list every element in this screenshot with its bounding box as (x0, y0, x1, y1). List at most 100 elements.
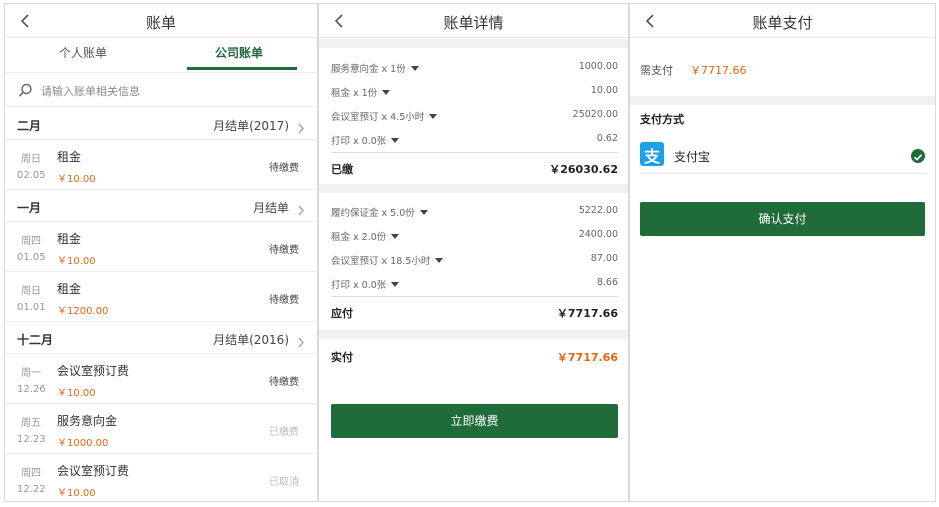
fee-label: 租金 x 2.0份 (331, 232, 387, 243)
confirm-payment-button[interactable]: 确认支付 (640, 202, 925, 236)
bill-list-item[interactable]: 周一 12.26 会议室预订费 ￥10.00 待缴费 (5, 354, 317, 404)
nav-bar: 账单详情 (319, 4, 628, 38)
bill-amount: ￥10.00 (57, 488, 96, 499)
caret-down-icon (435, 258, 444, 263)
payment-option-alipay[interactable]: 支 支付宝 (640, 140, 925, 174)
paid-total-row: 已缴 ￥26030.62 (331, 152, 618, 180)
amount-due-value: ￥7717.66 (690, 64, 747, 77)
bill-list-item[interactable]: 周四 12.22 会议室预订费 ￥10.00 已取消 (5, 454, 317, 501)
bill-list-item[interactable]: 周五 12.23 服务意向金 ￥1000.00 已缴费 (5, 404, 317, 454)
tab-personal-bills[interactable]: 个人账单 (5, 38, 161, 71)
bill-status: 待缴费 (269, 163, 299, 174)
amount-due-label: 需支付 (640, 64, 673, 77)
actual-paid-value: ￥7717.66 (556, 351, 618, 364)
page-title: 账单支付 (752, 14, 813, 32)
active-tab-indicator (187, 67, 297, 70)
bill-status: 待缴费 (269, 377, 299, 388)
bill-date: 01.05 (17, 252, 46, 263)
bill-weekday: 周四 (21, 468, 41, 479)
caret-down-icon (382, 90, 391, 95)
page-title: 账单 (145, 14, 176, 32)
fee-line-item[interactable]: 租金 x 2.0份 2400.00 (331, 224, 618, 248)
bill-name: 租金 (57, 150, 82, 164)
payment-option-name: 支付宝 (674, 150, 711, 164)
group-month: 二月 (17, 119, 42, 133)
bill-amount: ￥10.00 (57, 256, 96, 267)
fee-value: 25020.00 (572, 109, 618, 120)
monthly-statement-link[interactable]: 月结单(2016) (213, 331, 289, 348)
caret-down-icon (410, 66, 419, 71)
caret-down-icon (429, 114, 438, 119)
bill-name: 租金 (57, 232, 82, 246)
nav-bar: 账单支付 (630, 4, 935, 38)
bill-name: 租金 (57, 282, 82, 296)
monthly-statement-link[interactable]: 月结单 (253, 199, 289, 216)
fee-label: 服务意向金 x 1份 (331, 64, 406, 75)
bill-weekday: 周五 (21, 418, 41, 429)
pay-now-button[interactable]: 立即缴费 (331, 404, 618, 438)
nav-bar: 账单 (5, 4, 317, 38)
section-divider (630, 96, 935, 105)
fee-line-item[interactable]: 服务意向金 x 1份 1000.00 (331, 56, 618, 80)
fee-label: 会议室预订 x 4.5小时 (331, 112, 425, 123)
bill-name: 会议室预订费 (57, 364, 130, 378)
bill-list-item[interactable]: 周日 01.01 租金 ￥1200.00 待缴费 (5, 272, 317, 322)
month-group-header[interactable]: 二月 月结单(2017) (5, 108, 317, 140)
due-total-row: 应付 ￥7717.66 (331, 296, 618, 324)
fee-line-item[interactable]: 履约保证金 x 5.0份 5222.00 (331, 200, 618, 224)
due-total-value: ￥7717.66 (556, 307, 618, 320)
fee-value: 10.00 (590, 85, 618, 96)
fee-line-item[interactable]: 打印 x 0.0张 8.66 (331, 272, 618, 296)
fee-value: 0.62 (596, 133, 618, 144)
month-group-header[interactable]: 十二月 月结单(2016) (5, 322, 317, 354)
fee-line-item[interactable]: 会议室预订 x 4.5小时 25020.00 (331, 104, 618, 128)
bill-status: 已取消 (269, 477, 299, 488)
bill-list-item[interactable]: 周四 01.05 租金 ￥10.00 待缴费 (5, 222, 317, 272)
bill-weekday: 周日 (21, 286, 41, 297)
fee-value: 5222.00 (578, 205, 618, 216)
fee-label: 租金 x 1份 (331, 88, 378, 99)
fee-value: 2400.00 (578, 229, 618, 240)
bill-amount: ￥10.00 (57, 174, 96, 185)
search-input[interactable]: 请输入账单相关信息 (41, 83, 140, 99)
search-bar[interactable]: 请输入账单相关信息 (5, 72, 317, 107)
bill-status: 待缴费 (269, 295, 299, 306)
bill-list-item[interactable]: 周日 02.05 租金 ￥10.00 待缴费 (5, 140, 317, 190)
fee-line-item[interactable]: 会议室预订 x 18.5小时 87.00 (331, 248, 618, 272)
fee-value: 1000.00 (578, 61, 618, 72)
bill-amount: ￥1000.00 (57, 438, 109, 449)
payment-method-title: 支付方式 (640, 113, 684, 126)
bill-weekday: 周日 (21, 154, 41, 165)
chevron-right-icon (297, 201, 305, 216)
actual-paid-row: 实付 ￥7717.66 (331, 341, 618, 369)
fee-line-item[interactable]: 租金 x 1份 10.00 (331, 80, 618, 104)
bill-date: 12.23 (17, 434, 46, 445)
page-title: 账单详情 (443, 14, 504, 32)
bill-name: 服务意向金 (57, 414, 118, 428)
alipay-logo-icon: 支 (640, 142, 664, 166)
actual-paid-label: 实付 (331, 351, 353, 364)
bill-status: 待缴费 (269, 245, 299, 256)
fee-label: 打印 x 0.0张 (331, 136, 387, 147)
section-divider (319, 39, 628, 48)
bill-detail-screen: 账单详情 服务意向金 x 1份 1000.00 租金 x 1份 10.00 会议… (318, 3, 629, 502)
bill-list-screen: 账单 个人账单 公司账单 请输入账单相关信息 二月 月结单(2017) 周日 0… (4, 3, 318, 502)
month-group-header[interactable]: 一月 月结单 (5, 190, 317, 222)
monthly-statement-link[interactable]: 月结单(2017) (213, 117, 289, 134)
group-month: 一月 (17, 201, 42, 215)
bill-date: 12.26 (17, 384, 46, 395)
section-divider (319, 330, 628, 339)
caret-down-icon (391, 234, 400, 239)
group-month: 十二月 (17, 333, 54, 347)
chevron-right-icon (297, 333, 305, 348)
bill-status: 已缴费 (269, 427, 299, 438)
bill-date: 02.05 (17, 170, 46, 181)
caret-down-icon (391, 138, 400, 143)
caret-down-icon (391, 282, 400, 287)
caret-down-icon (419, 210, 428, 215)
fee-label: 履约保证金 x 5.0份 (331, 208, 415, 219)
bill-weekday: 周一 (21, 368, 41, 379)
fee-value: 87.00 (590, 253, 618, 264)
paid-total-label: 已缴 (331, 163, 353, 176)
fee-line-item[interactable]: 打印 x 0.0张 0.62 (331, 128, 618, 152)
